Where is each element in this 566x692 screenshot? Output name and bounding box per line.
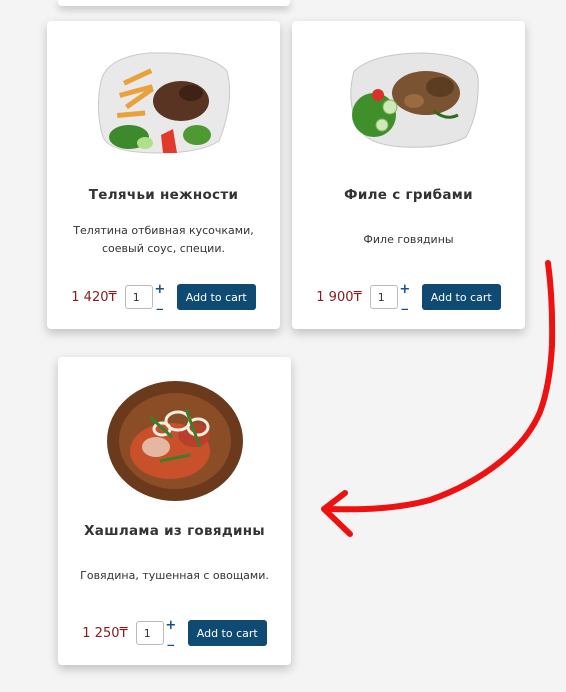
annotation-arrow-icon — [321, 260, 556, 537]
